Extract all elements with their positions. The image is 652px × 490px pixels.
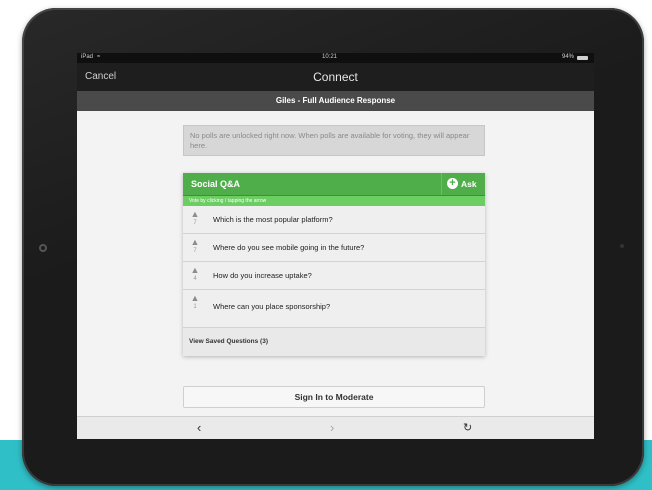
upvote-button[interactable]: ▲ 1 xyxy=(188,294,202,314)
session-title: Giles - Full Audience Response xyxy=(77,91,594,111)
vote-count: 4 xyxy=(193,276,197,282)
upvote-button[interactable]: ▲ 4 xyxy=(188,266,202,286)
camera-icon xyxy=(39,244,47,252)
browser-toolbar: ‹ › ↻ xyxy=(77,416,594,439)
question-text: Where do you see mobile going in the fut… xyxy=(213,243,365,252)
ask-button[interactable]: + Ask xyxy=(441,173,485,195)
home-sensor-dot xyxy=(620,244,624,248)
upvote-button[interactable]: ▲ 7 xyxy=(188,238,202,258)
battery-label: 94% xyxy=(562,54,575,60)
vote-count: 7 xyxy=(193,220,197,226)
back-arrow-icon[interactable]: ‹ xyxy=(197,421,201,435)
question-text: How do you increase uptake? xyxy=(213,271,312,280)
nav-bar: Connect Cancel xyxy=(77,63,594,91)
question-text: Where can you place sponsorship? xyxy=(213,302,331,311)
vote-instruction: Vote by clicking / tapping the arrow xyxy=(183,196,485,206)
cancel-button[interactable]: Cancel xyxy=(85,71,116,82)
status-time: 10:21 xyxy=(322,54,338,60)
question-row[interactable]: ▲ 7 Where do you see mobile going in the… xyxy=(183,234,485,262)
question-row[interactable]: ▲ 1 Where can you place sponsorship? xyxy=(183,290,485,328)
question-row[interactable]: ▲ 7 Which is the most popular platform? xyxy=(183,206,485,234)
page-title: Connect xyxy=(313,70,358,84)
plus-circle-icon: + xyxy=(447,178,458,189)
social-qa-header: Social Q&A + Ask xyxy=(183,173,485,196)
status-bar: iPad ≈ 10:21 94% xyxy=(77,53,594,63)
carrier-label: iPad xyxy=(81,54,94,60)
ipad-screen: iPad ≈ 10:21 94% Connect Cancel Giles - … xyxy=(77,53,594,439)
ask-label: Ask xyxy=(461,179,477,189)
upvote-button[interactable]: ▲ 7 xyxy=(188,210,202,230)
main-content: No polls are unlocked right now. When po… xyxy=(77,111,594,416)
refresh-icon[interactable]: ↻ xyxy=(463,421,472,435)
vote-count: 1 xyxy=(193,304,197,310)
polls-notice: No polls are unlocked right now. When po… xyxy=(183,125,485,156)
question-text: Which is the most popular platform? xyxy=(213,215,333,224)
forward-arrow-icon[interactable]: › xyxy=(330,421,334,435)
question-row[interactable]: ▲ 4 How do you increase uptake? xyxy=(183,262,485,290)
vote-count: 7 xyxy=(193,248,197,254)
social-qa-panel: Social Q&A + Ask Vote by clicking / tapp… xyxy=(183,173,485,356)
social-qa-title: Social Q&A xyxy=(191,179,241,189)
wifi-icon: ≈ xyxy=(97,54,101,60)
battery-icon xyxy=(577,56,588,60)
view-saved-questions-button[interactable]: View Saved Questions (3) xyxy=(183,328,485,356)
sign-in-moderate-button[interactable]: Sign In to Moderate xyxy=(183,386,485,408)
saved-questions-label: View Saved Questions (3) xyxy=(189,338,268,345)
up-arrow-icon: ▲ xyxy=(190,209,200,219)
up-arrow-icon: ▲ xyxy=(190,293,200,303)
up-arrow-icon: ▲ xyxy=(190,265,200,275)
up-arrow-icon: ▲ xyxy=(190,237,200,247)
